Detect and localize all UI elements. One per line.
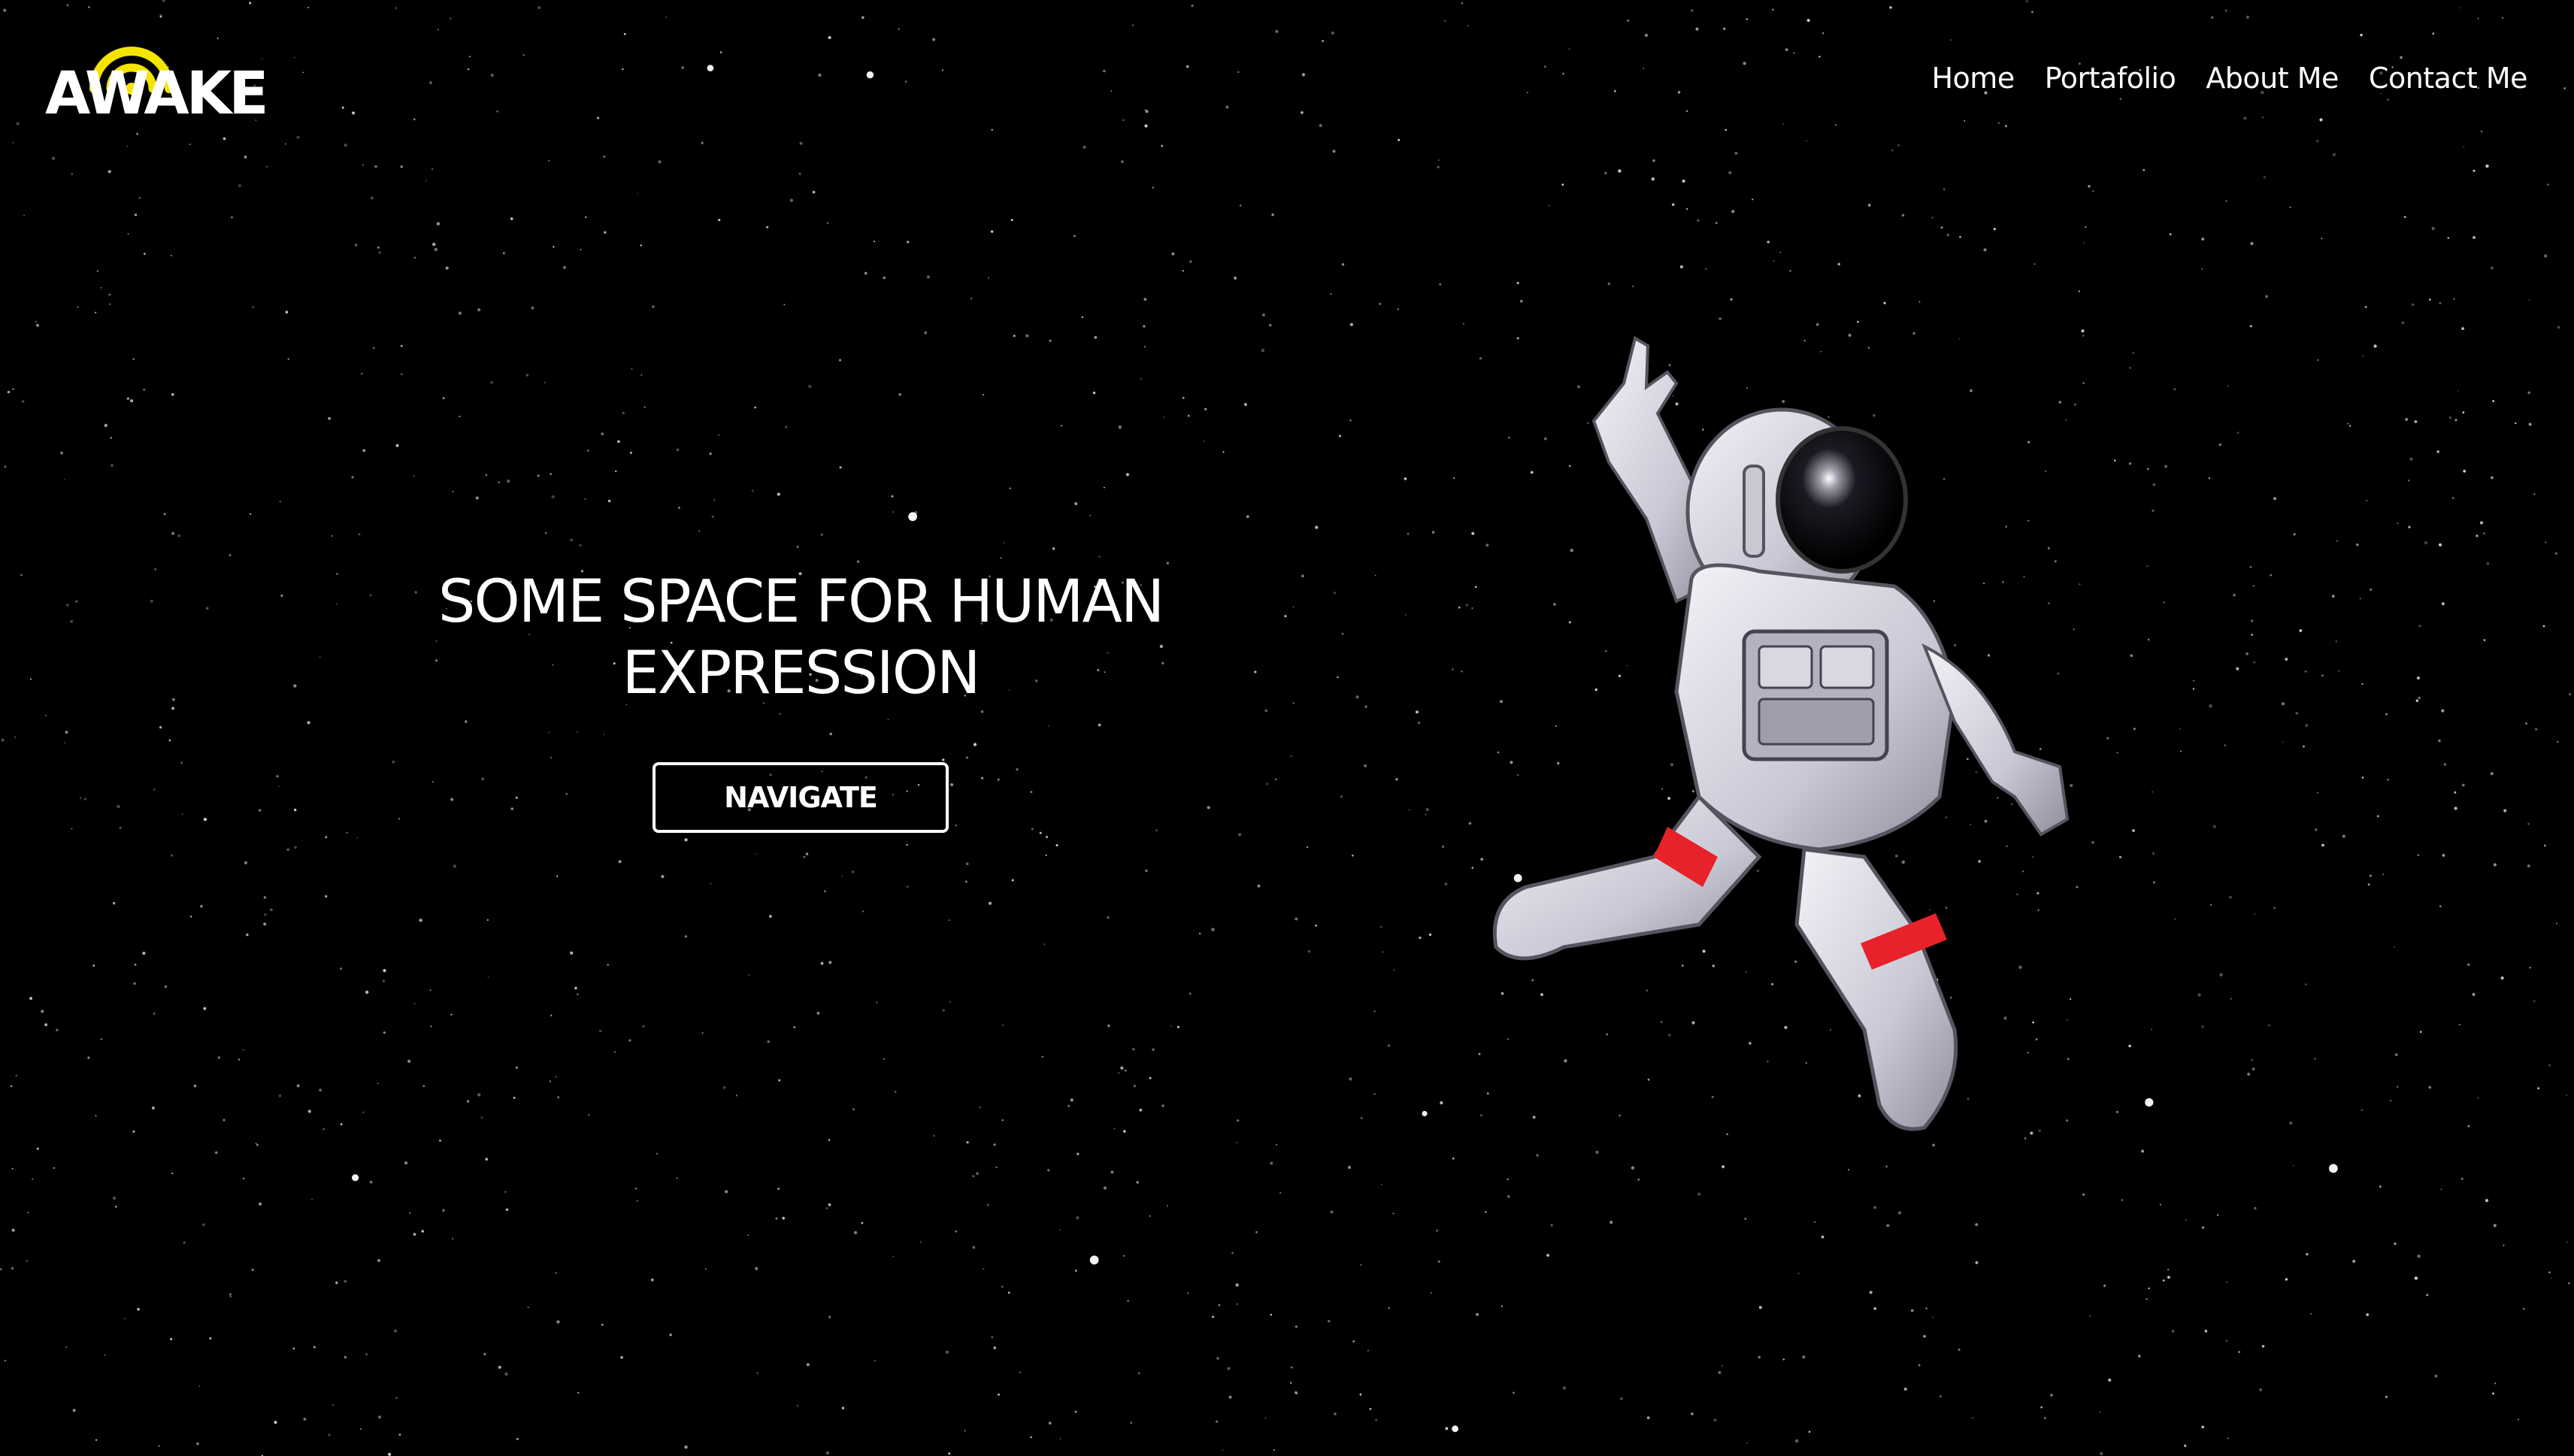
astronaut-illustration xyxy=(1492,335,2070,1131)
hero-section: SOME SPACE FOR HUMAN EXPRESSION NAVIGATE xyxy=(421,567,1180,833)
starfield-background xyxy=(0,0,2571,1456)
hero-title: SOME SPACE FOR HUMAN EXPRESSION xyxy=(421,567,1180,710)
brand-logo[interactable]: AWAKE xyxy=(45,36,268,126)
nav-contact-me[interactable]: Contact Me xyxy=(2369,62,2528,95)
navigate-button[interactable]: NAVIGATE xyxy=(653,762,949,833)
hero-title-line1: SOME SPACE FOR HUMAN xyxy=(438,568,1164,636)
nav-about-me[interactable]: About Me xyxy=(2206,62,2339,95)
main-nav: Home Portafolio About Me Contact Me xyxy=(1931,62,2527,95)
brand-name: AWAKE xyxy=(45,60,268,128)
nav-portafolio[interactable]: Portafolio xyxy=(2045,62,2176,95)
nav-home[interactable]: Home xyxy=(1931,62,2015,95)
hero-title-line2: EXPRESSION xyxy=(622,640,980,707)
